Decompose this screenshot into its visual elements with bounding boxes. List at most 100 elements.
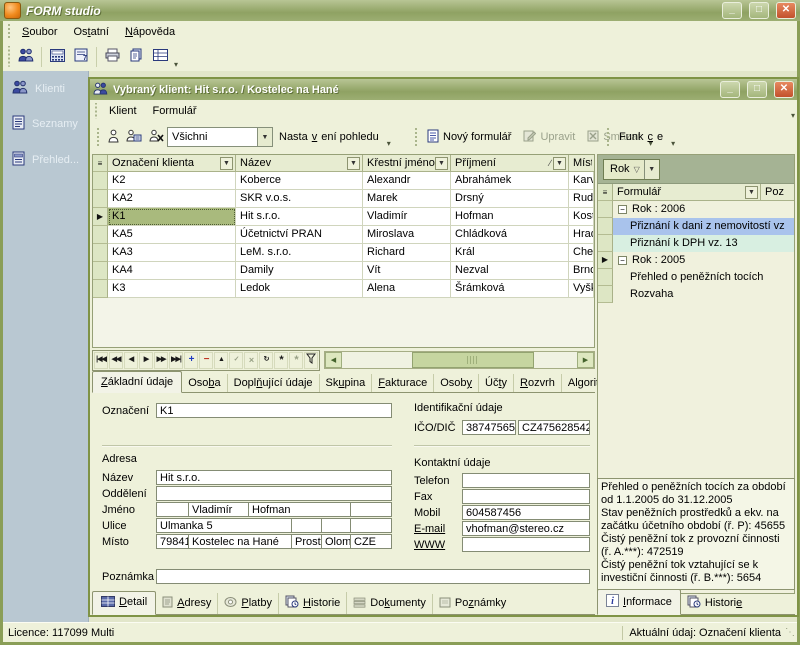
ico-field[interactable]: 38747565	[462, 420, 516, 435]
client-card-button[interactable]	[123, 126, 145, 148]
jmeno-field[interactable]: Vladimír	[188, 502, 249, 517]
bookmark-button[interactable]: *	[274, 352, 288, 369]
column-header-krestni[interactable]: Křestní jméno▼	[363, 155, 451, 172]
row-indicator-header[interactable]: ≡	[93, 155, 108, 172]
column-header-poznamka[interactable]: Poz	[761, 184, 794, 201]
tab-historie[interactable]: Historie	[279, 592, 347, 614]
psc-field[interactable]: 79841	[156, 534, 189, 549]
column-header-misto[interactable]: Místo	[569, 155, 594, 172]
column-header-prijmeni[interactable]: Příjmení∕▼	[451, 155, 569, 172]
mobil-field[interactable]: 604587456	[462, 505, 590, 520]
minimize-button[interactable]: _	[722, 2, 742, 19]
telefon-field[interactable]	[462, 473, 590, 488]
next-record-button[interactable]: ▶	[139, 352, 153, 369]
kraj-field[interactable]: Olom	[321, 534, 351, 549]
menu-ostatni[interactable]: Ostatní	[65, 23, 116, 41]
oddeleni-field[interactable]	[156, 486, 392, 501]
table-row[interactable]: KA2SKR v.o.s.MarekDrsnýRudn	[93, 190, 594, 208]
form-row[interactable]: Přehled o peněžních tocích	[598, 269, 794, 286]
group-by-rok-button[interactable]: Rok ▽ ▼	[603, 159, 660, 180]
tab-historie-panel[interactable]: Historie	[681, 592, 748, 614]
table-row[interactable]: K3LedokAlenaŠrámkováVyšk	[93, 280, 594, 298]
list-button[interactable]	[148, 46, 172, 68]
sidebar-item-seznamy[interactable]: Seznamy	[3, 106, 88, 142]
edit-button[interactable]: Upravit	[517, 125, 581, 149]
table-row[interactable]: KA5Účetnictví PRANMiroslavaChládkováHrad	[93, 226, 594, 244]
titul-field[interactable]	[156, 502, 189, 517]
print-button[interactable]	[100, 46, 124, 68]
ulice-field[interactable]: Ulmanka 5	[156, 518, 292, 533]
sidebar-item-klienti[interactable]: Klienti	[3, 71, 88, 106]
column-filter-dropdown[interactable]: ▼	[347, 157, 360, 170]
menu-formular[interactable]: Formulář	[145, 102, 205, 120]
edit-record-button[interactable]: ▲	[214, 352, 228, 369]
table-row[interactable]: KA3LeM. s.r.o.RichardKrálCheb	[93, 244, 594, 262]
sidebar-item-prehled[interactable]: Přehled...	[3, 142, 88, 178]
ulice-field4[interactable]	[350, 518, 392, 533]
scrollbar-thumb[interactable]	[412, 352, 534, 368]
form-row[interactable]: Přiznání k DPH vz. 13	[598, 235, 794, 252]
tab-dokumenty[interactable]: Dokumenty	[347, 594, 433, 614]
tab-platby[interactable]: Platby	[218, 593, 279, 614]
client-close-button[interactable]: ✕	[774, 81, 794, 98]
nazev-field[interactable]: Hit s.r.o.	[156, 470, 392, 485]
group-overflow-chevron[interactable]: ▾	[385, 139, 393, 150]
post-edit-button[interactable]: ✓	[229, 352, 243, 369]
table-row[interactable]: KA4DamilyVítNezvalBrno	[93, 262, 594, 280]
goto-bookmark-button[interactable]: *	[289, 352, 303, 369]
column-header-nazev[interactable]: Název▼	[236, 155, 363, 172]
ulice-field2[interactable]	[291, 518, 322, 533]
collapse-icon[interactable]: −	[618, 205, 627, 214]
tab-fakturace[interactable]: Fakturace	[372, 374, 434, 392]
copy-button[interactable]	[124, 46, 148, 68]
collapse-icon[interactable]: −	[618, 256, 627, 265]
tab-osoba[interactable]: Osoba	[182, 374, 227, 392]
prior-page-button[interactable]: ◀◀	[109, 352, 123, 369]
client-detail-button[interactable]	[103, 126, 123, 148]
column-filter-dropdown[interactable]: ▼	[553, 157, 566, 170]
tab-osoby[interactable]: Osoby	[434, 374, 479, 392]
scroll-left-icon[interactable]: ◀	[325, 352, 342, 368]
funkce-button[interactable]: Funkce	[613, 127, 669, 147]
chevron-down-icon[interactable]: ▼	[257, 128, 272, 146]
okres-field[interactable]: Prost	[291, 534, 322, 549]
form-row-selected[interactable]: Přiznání k dani z nemovitostí vz	[598, 218, 794, 235]
filter-button[interactable]	[304, 352, 318, 369]
stat-field[interactable]: CZE	[350, 534, 392, 549]
titul2-field[interactable]	[350, 502, 392, 517]
delete-client-button[interactable]	[145, 126, 167, 148]
tab-poznamky[interactable]: Poznámky	[433, 594, 512, 614]
last-record-button[interactable]: ▶▶|	[169, 352, 183, 369]
ulice-field3[interactable]	[321, 518, 351, 533]
tab-rozvrh[interactable]: Rozvrh	[514, 374, 562, 392]
tab-detail[interactable]: Detail	[92, 591, 156, 615]
tab-informace[interactable]: iInformace	[597, 589, 681, 615]
fax-field[interactable]	[462, 489, 590, 504]
scroll-right-icon[interactable]: ▶	[577, 352, 594, 368]
forms-button[interactable]: 7	[69, 46, 93, 68]
column-header-formular[interactable]: Formulář▼	[613, 184, 761, 201]
cancel-edit-button[interactable]: ×	[244, 352, 258, 369]
form-row[interactable]: Rozvaha	[598, 286, 794, 303]
client-minimize-button[interactable]: _	[720, 81, 740, 98]
column-filter-dropdown[interactable]: ▼	[220, 157, 233, 170]
resize-grip[interactable]: ⋱	[785, 627, 795, 638]
prior-record-button[interactable]: ◀	[124, 352, 138, 369]
menu-napoveda[interactable]: Nápověda	[117, 23, 183, 41]
next-page-button[interactable]: ▶▶	[154, 352, 168, 369]
menubar-overflow-chevron[interactable]: ▾	[789, 111, 797, 122]
column-header-oznaceni[interactable]: Označení klienta▼	[108, 155, 236, 172]
email-field[interactable]: vhofman@stereo.cz	[462, 521, 590, 536]
group-overflow-chevron[interactable]: ▾	[669, 139, 677, 150]
tab-ucty[interactable]: Účty	[479, 374, 514, 392]
prijmeni-field[interactable]: Hofman	[248, 502, 351, 517]
chevron-down-icon[interactable]: ▼	[644, 160, 659, 179]
poznamka-field[interactable]	[156, 569, 590, 584]
group-row[interactable]: −Rok : 2006	[598, 201, 794, 218]
toolbar-overflow-chevron[interactable]: ▾	[172, 60, 180, 71]
maximize-button[interactable]: □	[749, 2, 769, 19]
delete-record-button[interactable]: −	[199, 352, 213, 369]
email-link-label[interactable]: E-mail	[414, 523, 445, 535]
client-filter-combobox[interactable]: Všichni ▼	[167, 127, 273, 147]
view-settings-button[interactable]: Nastavení pohledu	[273, 127, 385, 147]
